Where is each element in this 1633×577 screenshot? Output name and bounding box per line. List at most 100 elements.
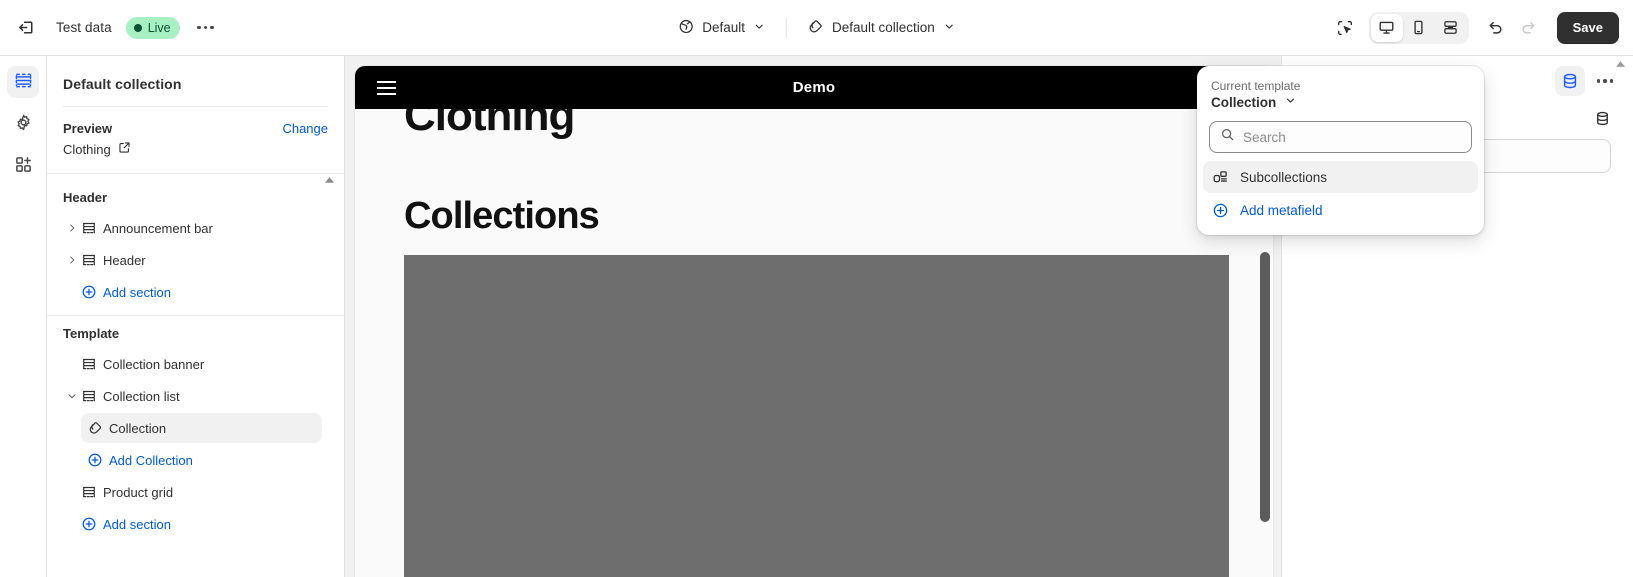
metaobject-icon (1212, 169, 1229, 186)
sidebar-item-product-grid[interactable]: Product grid (57, 477, 334, 507)
metafield-database-icon[interactable] (1555, 66, 1585, 96)
globe-icon (677, 18, 694, 38)
sidebar-item-label: Collection (109, 420, 167, 436)
rail-item-theme-settings[interactable] (7, 108, 39, 140)
popover-results-list: Subcollections (1197, 153, 1484, 193)
change-preview-link[interactable]: Change (282, 121, 328, 136)
circle-plus-icon (1212, 202, 1229, 219)
preview-canvas: Demo Clothing Collections (345, 56, 1281, 577)
popover-item-subcollections[interactable]: Subcollections (1203, 161, 1478, 193)
sidebar-item-collection-list[interactable]: Collection list (57, 381, 334, 411)
top-toolbar: Test data Live Default Default collectio… (0, 0, 1633, 56)
inspector-scroll-up-indicator[interactable] (1615, 60, 1625, 68)
sidebar-item-label: Announcement bar (103, 220, 213, 236)
apps-add-icon (14, 155, 33, 177)
sidebar-item-label: Collection banner (103, 356, 205, 372)
status-badge: Live (125, 16, 180, 39)
add-collection-label: Add Collection (109, 452, 193, 468)
template-selector-label: Default collection (831, 20, 935, 35)
sidebar-item-announcement-bar[interactable]: Announcement bar (57, 213, 334, 243)
popover-kicker: Current template (1211, 79, 1301, 93)
collections-heading: Collections (404, 195, 600, 237)
toolbar-divider (785, 17, 787, 38)
add-metafield-button[interactable]: Add metafield (1203, 195, 1478, 225)
gear-icon (14, 113, 33, 135)
mobile-icon[interactable] (1403, 14, 1435, 42)
collection-image-placeholder[interactable] (404, 255, 1229, 577)
undo-icon[interactable] (1481, 13, 1511, 43)
select-element-icon[interactable] (1329, 12, 1361, 44)
desktop-icon[interactable] (1370, 13, 1403, 42)
sections-sidebar: Default collection Preview Change Clothi… (47, 56, 345, 577)
preview-value-row[interactable]: Clothing (63, 141, 328, 157)
sidebar-item-collection[interactable]: Collection (81, 413, 322, 443)
left-icon-rail (0, 56, 47, 577)
theme-selector-label: Default (702, 20, 745, 35)
status-badge-label: Live (147, 20, 171, 35)
search-icon (1220, 127, 1235, 147)
toolbar-right-group: Save (1329, 11, 1619, 44)
more-actions-icon[interactable] (192, 14, 220, 42)
toolbar-left-group: Test data Live (0, 12, 220, 44)
sidebar-item-label: Collection list (103, 388, 180, 404)
add-collection-button[interactable]: Add Collection (81, 445, 322, 475)
redo-icon[interactable] (1513, 13, 1543, 43)
section-icon (81, 220, 103, 236)
fullscreen-icon[interactable] (1435, 14, 1467, 42)
preview-scrollbar-thumb[interactable] (1260, 252, 1270, 522)
toolbar-center-group: Default Default collection (667, 0, 966, 55)
popover-item-label: Subcollections (1240, 169, 1328, 185)
section-icon (81, 484, 103, 500)
storefront-preview-frame[interactable]: Demo Clothing Collections (355, 66, 1273, 577)
search-input[interactable] (1243, 129, 1461, 145)
store-name: Test data (56, 20, 112, 35)
database-icon[interactable] (1594, 110, 1611, 127)
theme-editor: Test data Live Default Default collectio… (0, 0, 1633, 577)
storefront-body: Clothing Collections (355, 91, 1273, 577)
sidebar-item-label: Product grid (103, 484, 174, 500)
popover-search-box[interactable] (1209, 121, 1472, 153)
circle-plus-icon (81, 516, 103, 532)
preview-block: Preview Change Clothing (47, 107, 344, 173)
chevron-down-icon (943, 20, 956, 36)
add-section-header-button[interactable]: Add section (57, 277, 334, 307)
popover-current-template-selector[interactable]: Collection (1197, 93, 1484, 110)
sidebar-item-header[interactable]: Header (57, 245, 334, 275)
chevron-right-icon[interactable] (63, 251, 81, 269)
preview-label: Preview (63, 121, 113, 136)
collection-tag-icon (87, 420, 109, 436)
sections-tree: Header Announcement bar Header Add secti… (47, 174, 344, 577)
collection-tag-icon (807, 18, 824, 38)
chevron-right-icon[interactable] (63, 219, 81, 237)
popover-current-template-label: Collection (1211, 94, 1277, 110)
chevron-down-icon[interactable] (63, 387, 81, 405)
inspector-more-icon[interactable] (1591, 67, 1619, 95)
sections-icon (14, 71, 33, 93)
circle-plus-icon (81, 284, 103, 300)
section-icon (81, 252, 103, 268)
popover-search-wrapper (1197, 110, 1484, 153)
external-link-icon[interactable] (118, 141, 131, 157)
circle-plus-icon (87, 452, 109, 468)
storefront-header: Demo (355, 66, 1273, 109)
save-button[interactable]: Save (1556, 11, 1619, 44)
sidebar-item-collection-banner[interactable]: Collection banner (57, 349, 334, 379)
scroll-up-indicator[interactable] (324, 176, 334, 184)
section-icon (81, 356, 103, 372)
chevron-down-icon (1284, 94, 1297, 110)
metafield-picker-popover: Current template Collection Search Subco… (1197, 66, 1484, 235)
add-section-label: Add section (103, 284, 171, 300)
template-selector[interactable]: Default collection (797, 12, 966, 44)
group-title-template: Template (63, 326, 120, 341)
storefront-title: Demo (792, 79, 836, 96)
add-section-template-button[interactable]: Add section (57, 509, 334, 539)
rail-item-sections[interactable] (7, 66, 39, 98)
add-metafield-label: Add metafield (1240, 202, 1323, 218)
theme-selector[interactable]: Default (667, 12, 776, 44)
group-title-header: Header (63, 190, 108, 205)
rail-item-apps[interactable] (7, 150, 39, 182)
exit-icon[interactable] (10, 12, 42, 44)
section-icon (81, 388, 103, 404)
hamburger-icon[interactable] (377, 80, 396, 95)
device-preview-group (1368, 11, 1469, 44)
